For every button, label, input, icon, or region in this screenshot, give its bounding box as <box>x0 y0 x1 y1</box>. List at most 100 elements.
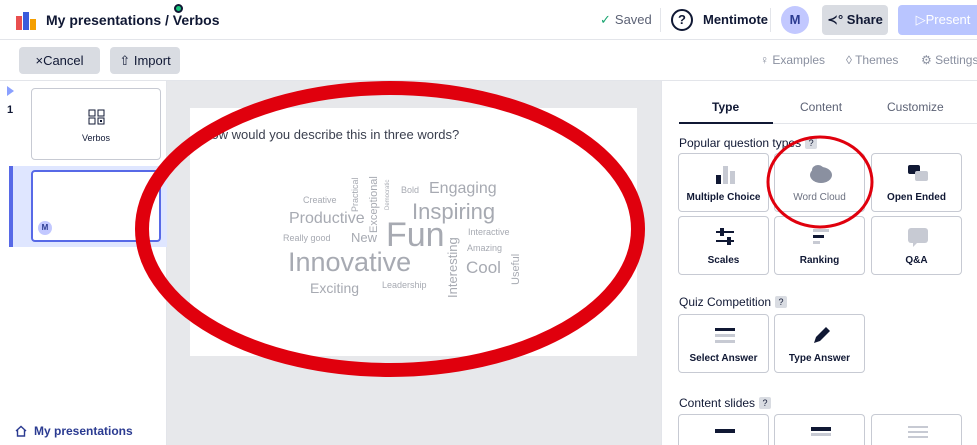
word-cloud-word: Productive <box>289 210 365 227</box>
active-tab-indicator <box>679 122 773 124</box>
current-slide-marker-icon <box>7 86 14 96</box>
heading-icon <box>715 429 735 433</box>
scales-card[interactable]: Scales <box>678 216 769 275</box>
word-cloud-card[interactable]: Word Cloud <box>774 153 865 212</box>
multiple-choice-icon <box>88 109 105 125</box>
share-icon: ≺° <box>827 12 844 27</box>
breadcrumb[interactable]: My presentations / Verbos <box>46 12 220 28</box>
card-label: Multiple Choice <box>686 192 761 203</box>
tab-type[interactable]: Type <box>712 100 739 114</box>
word-cloud-word: Engaging <box>429 180 497 197</box>
bullets-icon <box>908 426 928 438</box>
share-label: Share <box>846 12 883 27</box>
user-avatar[interactable]: M <box>781 6 809 34</box>
share-button[interactable]: ≺° Share <box>822 5 888 35</box>
home-icon <box>15 425 27 437</box>
selected-slide-indicator <box>9 166 13 247</box>
divider <box>660 8 661 32</box>
paragraph-icon <box>811 427 831 436</box>
close-icon: × <box>35 53 44 68</box>
card-label: Scales <box>707 255 740 266</box>
sliders-icon <box>716 228 734 245</box>
import-label: Import <box>133 53 171 68</box>
examples-label: Examples <box>772 53 826 67</box>
word-cloud-word: New <box>351 230 378 245</box>
quiz-competition-heading: Quiz Competition? <box>679 295 788 309</box>
mentimeter-logo-icon[interactable] <box>16 10 36 30</box>
divider <box>770 8 771 32</box>
card-label: Ranking <box>799 255 840 266</box>
word-cloud-word: Innovative <box>288 247 412 277</box>
word-cloud-word: Creative <box>303 195 337 205</box>
open-ended-card[interactable]: Open Ended <box>871 153 962 212</box>
slide-number: 1 <box>7 104 14 116</box>
card-label: Open Ended <box>887 192 946 203</box>
word-cloud-word: Really good <box>283 233 331 243</box>
section-title: Quiz Competition <box>679 295 772 309</box>
import-button[interactable]: ⇧ Import <box>110 47 180 74</box>
themes-label: Themes <box>855 53 899 67</box>
present-label: Present <box>925 12 971 27</box>
settings-button[interactable]: ⚙ Settings <box>921 53 977 67</box>
gear-icon: ⚙ <box>921 53 932 67</box>
themes-button[interactable]: ◊ Themes <box>846 53 898 67</box>
drop-icon: ◊ <box>846 53 852 67</box>
saved-status: ✓ Saved <box>600 12 652 28</box>
word-cloud-word: Interactive <box>468 227 510 237</box>
present-button[interactable]: ▷Present <box>898 5 977 35</box>
bullets-slide-card[interactable] <box>871 414 962 445</box>
qa-card[interactable]: Q&A <box>871 216 962 275</box>
slide-question[interactable]: How would you describe this in three wor… <box>202 127 459 142</box>
card-label: Type Answer <box>788 353 851 364</box>
card-label: Select Answer <box>689 353 758 364</box>
card-label: Q&A <box>905 255 928 266</box>
content-slides-heading: Content slides? <box>679 396 772 410</box>
paragraph-slide-card[interactable] <box>774 414 865 445</box>
word-cloud-word: Cool <box>466 258 501 277</box>
saved-label: Saved <box>614 12 652 27</box>
word-cloud-word: Interesting <box>445 237 460 298</box>
help-icon[interactable]: ? <box>805 137 818 149</box>
section-title: Content slides <box>679 396 756 410</box>
popular-question-types-heading: Popular question types? <box>679 136 818 150</box>
type-answer-card[interactable]: Type Answer <box>774 314 865 373</box>
mentimote-button[interactable]: Mentimote <box>703 12 768 27</box>
question-bubble-icon <box>908 228 928 247</box>
ranking-card[interactable]: Ranking <box>774 216 865 275</box>
word-cloud-word: Exciting <box>310 280 360 296</box>
card-label: Word Cloud <box>793 192 846 203</box>
slide-thumbnail-1[interactable]: Verbos <box>31 88 161 160</box>
help-icon[interactable]: ? <box>759 397 772 409</box>
help-icon[interactable]: ? <box>671 9 693 31</box>
examples-button[interactable]: ♀ Examples <box>760 53 825 67</box>
word-cloud-word: Exceptional <box>368 176 380 233</box>
word-cloud-word: Leadership <box>382 280 427 290</box>
check-icon: ✓ <box>600 12 611 27</box>
notification-dot <box>174 4 183 13</box>
word-cloud-word: Amazing <box>467 243 503 253</box>
section-title: Popular question types <box>679 136 802 150</box>
speech-bubbles-icon <box>908 165 928 181</box>
cancel-label: Cancel <box>43 53 84 68</box>
my-presentations-link[interactable]: My presentations <box>34 424 133 438</box>
help-icon[interactable]: ? <box>775 296 788 308</box>
bar-chart-icon <box>716 166 735 184</box>
settings-label: Settings <box>935 53 977 67</box>
cancel-button[interactable]: ×Cancel <box>19 47 100 74</box>
tab-customize[interactable]: Customize <box>887 100 944 114</box>
tab-content[interactable]: Content <box>800 100 842 114</box>
upload-icon: ⇧ <box>119 53 131 68</box>
select-answer-card[interactable]: Select Answer <box>678 314 769 373</box>
multiple-choice-card[interactable]: Multiple Choice <box>678 153 769 212</box>
word-cloud-word: Useful <box>510 253 522 285</box>
slide-author-avatar: M <box>38 221 52 235</box>
pen-icon <box>814 327 830 343</box>
ranking-icon <box>813 229 829 244</box>
word-cloud-word: Practical <box>350 177 360 212</box>
heading-slide-card[interactable] <box>678 414 769 445</box>
slide-title: Verbos <box>81 133 111 143</box>
play-icon: ▷ <box>915 12 926 27</box>
top-bar: My presentations / Verbos ✓ Saved ? Menti… <box>0 0 977 40</box>
slide-thumbnail-2[interactable]: M <box>31 170 161 242</box>
lightbulb-icon: ♀ <box>760 53 769 67</box>
